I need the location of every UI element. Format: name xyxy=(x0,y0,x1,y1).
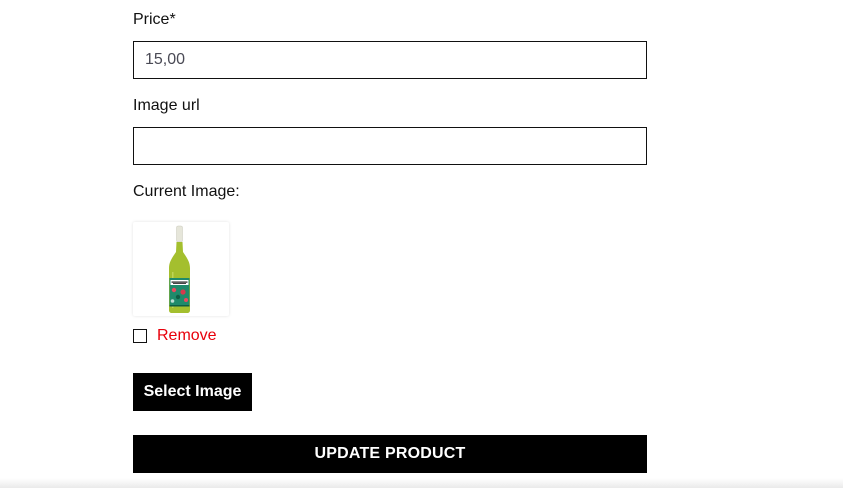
remove-image-checkbox[interactable] xyxy=(133,329,147,343)
select-image-button[interactable]: Select Image xyxy=(133,373,252,411)
current-image-thumbnail xyxy=(133,222,229,316)
bottom-fade xyxy=(0,478,843,488)
remove-image-label[interactable]: Remove xyxy=(157,326,217,346)
price-label: Price* xyxy=(133,11,176,28)
image-url-input[interactable] xyxy=(133,127,647,165)
image-url-label: Image url xyxy=(133,97,200,114)
remove-image-row[interactable]: Remove xyxy=(133,326,217,346)
price-input[interactable] xyxy=(133,41,647,79)
current-image-label: Current Image: xyxy=(133,183,240,200)
wine-bottle-image xyxy=(169,225,190,313)
update-product-button[interactable]: UPDATE PRODUCT xyxy=(133,435,647,473)
